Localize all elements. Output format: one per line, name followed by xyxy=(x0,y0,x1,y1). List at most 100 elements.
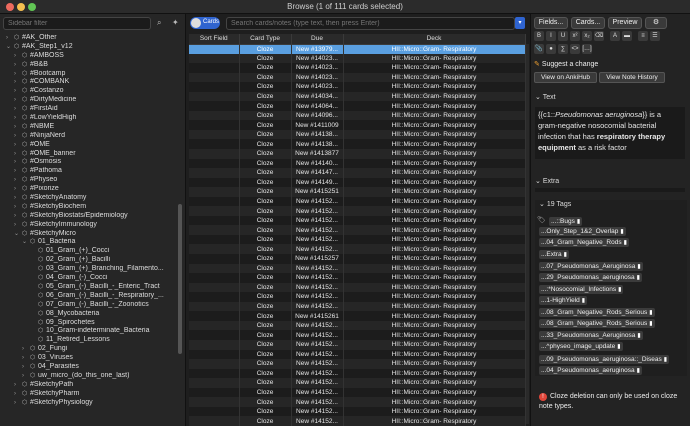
sidebar-tree-item[interactable]: › ⬡ #COMBANK xyxy=(0,78,180,87)
sidebar-tree-item[interactable]: › ⬡ #FirstAid xyxy=(0,105,180,114)
sidebar-tree-item[interactable]: › ⬡ uw_micro_(do_this_one_last) xyxy=(0,372,180,381)
expand-arrow-icon[interactable]: › xyxy=(6,34,14,43)
tag-chip[interactable]: ...Extra ▮ xyxy=(539,249,569,259)
sidebar-tree-item[interactable]: ⬡ 09_Spirochetes xyxy=(0,319,180,328)
underline-icon[interactable]: U xyxy=(558,31,568,41)
tag-chip[interactable]: ...::Bugs ▮ xyxy=(549,216,583,226)
expand-arrow-icon[interactable]: › xyxy=(14,52,22,61)
view-on-ankihub-button[interactable]: View on AnkiHub xyxy=(534,72,597,83)
eraser-icon[interactable]: ⌫ xyxy=(594,31,604,41)
search-history-dropdown[interactable]: ▾ xyxy=(515,17,525,29)
sparkle-icon[interactable]: ✦ xyxy=(172,18,179,27)
math-icon[interactable]: ∑ xyxy=(558,44,568,54)
expand-arrow-icon[interactable]: › xyxy=(14,221,22,230)
expand-arrow-icon[interactable]: › xyxy=(14,176,22,185)
extra-field-editor[interactable] xyxy=(535,188,685,192)
attach-icon[interactable]: 📎 xyxy=(534,44,544,54)
search-input[interactable] xyxy=(226,17,515,30)
sidebar-tree-item[interactable]: ⬡ 04_Gram_(-)_Cocci xyxy=(0,274,180,283)
table-row[interactable]: Cloze New #13979... HII::Micro::Gram- Resp… xyxy=(189,44,526,54)
sidebar-tree-item[interactable]: ⬡ 07_Gram_(-)_Bacilli_-_Zoonotics xyxy=(0,301,180,310)
table-row[interactable]: Cloze New #14138... HII::Micro::Gram- Resp… xyxy=(189,139,526,150)
superscript-icon[interactable]: x² xyxy=(570,31,580,41)
table-row[interactable]: Cloze New #14152... HII::Micro::Gram- Resp… xyxy=(189,263,526,274)
sidebar-tree-item[interactable]: ⌄ ⬡ #SketchyMicro xyxy=(0,230,180,239)
column-header-due[interactable]: Due xyxy=(291,34,344,45)
sidebar-tree-item[interactable]: › ⬡ #OME_banner xyxy=(0,150,180,159)
sidebar-tree-item[interactable]: › ⬡ #B&B xyxy=(0,61,180,70)
suggest-change-link[interactable]: ✎ Suggest a change xyxy=(534,60,598,70)
column-header-sort-field[interactable]: Sort Field xyxy=(189,34,240,45)
expand-arrow-icon[interactable]: › xyxy=(14,78,22,87)
table-row[interactable]: Cloze New #14064... HII::Micro::Gram- Resp… xyxy=(189,101,526,111)
expand-arrow-icon[interactable]: › xyxy=(14,123,22,132)
expand-arrow-icon[interactable]: › xyxy=(22,345,30,354)
search-icon[interactable]: ⌕ xyxy=(157,18,161,28)
text-field-header[interactable]: ⌄ Text xyxy=(535,93,556,101)
table-row[interactable]: Cloze New #1413877 HII::Micro::Gram- Respi… xyxy=(189,149,526,159)
table-row[interactable]: Cloze New #1415251 HII::Micro::Gram- Respi… xyxy=(189,187,526,197)
tag-chip[interactable]: ...09_Pseudomonas_aeruginosa::_Diseas ▮ xyxy=(539,354,670,364)
delete-tag-icon[interactable]: ▮ xyxy=(582,298,585,304)
table-row[interactable]: Cloze New #14023... HII::Micro::Gram- Resp… xyxy=(189,82,526,92)
tag-chip[interactable]: ...08_Gram_Negative_Rods_Serious ▮ xyxy=(539,319,655,329)
expand-arrow-icon[interactable]: › xyxy=(14,105,22,114)
table-row[interactable]: Cloze New #14034... HII::Micro::Gram- Resp… xyxy=(189,91,526,102)
html-editor-icon[interactable]: <> xyxy=(570,44,580,54)
table-row[interactable]: Cloze New #14152... HII::Micro::Gram- Resp… xyxy=(189,206,526,216)
table-row[interactable]: Cloze New #1411009 HII::Micro::Gram- Respi… xyxy=(189,120,526,130)
expand-arrow-icon[interactable]: › xyxy=(14,203,22,212)
sidebar-tree-item[interactable]: › ⬡ #LowYieldHigh xyxy=(0,114,180,123)
table-row[interactable]: Cloze New #14152... HII::Micro::Gram- Resp… xyxy=(189,416,526,426)
sidebar-tree-item[interactable]: › ⬡ #Osmosis xyxy=(0,158,180,167)
sidebar-tree-item[interactable]: › ⬡ #AK_Other xyxy=(0,34,180,43)
table-row[interactable]: Cloze New #1415257 HII::Micro::Gram- Respi… xyxy=(189,254,526,264)
sidebar-tree-item[interactable]: ⬡ 05_Gram_(-)_Bacilli_-_Enteric_Tract xyxy=(0,283,180,292)
table-row[interactable]: Cloze New #14140... HII::Micro::Gram- Resp… xyxy=(189,158,526,169)
view-note-history-button[interactable]: View Note History xyxy=(599,72,665,83)
expand-arrow-icon[interactable]: › xyxy=(14,194,22,203)
sidebar-tree-item[interactable]: ⬡ 02_Gram_(+)_Bacilli xyxy=(0,256,180,265)
fields-button[interactable]: Fields... xyxy=(534,17,568,29)
expand-arrow-icon[interactable]: › xyxy=(14,158,22,167)
sidebar-tree-item[interactable]: ⬡ 08_Mycobacteria xyxy=(0,310,180,319)
sidebar-filter-input[interactable] xyxy=(3,17,151,30)
delete-tag-icon[interactable]: ▮ xyxy=(577,219,580,225)
sidebar-tree-item[interactable]: ⬡ 03_Gram_(+)_Branching_Filamento... xyxy=(0,265,180,274)
table-row[interactable]: Cloze New #14023... HII::Micro::Gram- Resp… xyxy=(189,63,526,73)
delete-tag-icon[interactable]: ▮ xyxy=(637,368,640,374)
bullet-list-icon[interactable]: ≡ xyxy=(638,31,648,41)
table-row[interactable]: Cloze New #14152... HII::Micro::Gram- Resp… xyxy=(189,320,526,331)
expand-arrow-icon[interactable]: › xyxy=(14,390,22,399)
table-row[interactable]: Cloze New #14152... HII::Micro::Gram- Resp… xyxy=(189,406,526,417)
sidebar-tree-item[interactable]: › ⬡ #Physeo xyxy=(0,176,180,185)
expand-arrow-icon[interactable]: ⌄ xyxy=(14,230,22,239)
tags-header[interactable]: ⌄ 19 Tags xyxy=(539,200,571,208)
sidebar-scrollbar[interactable] xyxy=(178,204,182,354)
delete-tag-icon[interactable]: ▮ xyxy=(620,229,623,235)
table-row[interactable]: Cloze New #14152... HII::Micro::Gram- Resp… xyxy=(189,387,526,398)
expand-arrow-icon[interactable]: › xyxy=(22,363,30,372)
align-icon[interactable]: ☰ xyxy=(650,31,660,41)
table-row[interactable]: Cloze New #14152... HII::Micro::Gram- Resp… xyxy=(189,292,526,302)
expand-arrow-icon[interactable]: ⌄ xyxy=(22,238,30,247)
table-row[interactable]: Cloze New #14152... HII::Micro::Gram- Resp… xyxy=(189,359,526,369)
delete-tag-icon[interactable]: ▮ xyxy=(564,252,567,258)
expand-arrow-icon[interactable]: › xyxy=(14,141,22,150)
table-row[interactable]: Cloze New #14096... HII::Micro::Gram- Resp… xyxy=(189,110,526,121)
sidebar-tree-item[interactable]: › ⬡ #Bootcamp xyxy=(0,70,180,79)
table-row[interactable]: Cloze New #14152... HII::Micro::Gram- Resp… xyxy=(189,225,526,235)
sidebar-tree-item[interactable]: › ⬡ #SketchyImmunology xyxy=(0,221,180,230)
table-row[interactable]: Cloze New #14152... HII::Micro::Gram- Resp… xyxy=(189,339,526,350)
settings-gear-icon[interactable]: ⚙ xyxy=(645,17,667,29)
table-row[interactable]: Cloze New #14152... HII::Micro::Gram- Resp… xyxy=(189,273,526,283)
sidebar-tree-item[interactable]: ⬡ 06_Gram_(-)_Bacilli_-_Respiratory_... xyxy=(0,292,180,301)
delete-tag-icon[interactable]: ▮ xyxy=(618,287,621,293)
delete-tag-icon[interactable]: ▮ xyxy=(624,240,627,246)
delete-tag-icon[interactable]: ▮ xyxy=(637,333,640,339)
text-field-editor[interactable]: {{c1::Pseudomonas aeruginosa}} is a gram… xyxy=(535,107,685,159)
table-row[interactable]: Cloze New #14023... HII::Micro::Gram- Resp… xyxy=(189,72,526,83)
expand-arrow-icon[interactable]: › xyxy=(14,399,22,408)
sidebar-tree-item[interactable]: › ⬡ #SketchyAnatomy xyxy=(0,194,180,203)
sidebar-tree-item[interactable]: › ⬡ #SketchyBiochem xyxy=(0,203,180,212)
